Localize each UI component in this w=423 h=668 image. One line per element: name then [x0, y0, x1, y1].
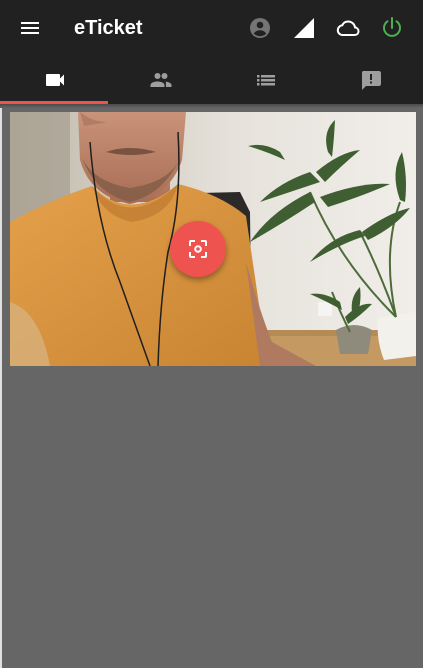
power-button[interactable] — [380, 16, 404, 40]
tab-video[interactable] — [2, 56, 108, 104]
center-focus-icon — [189, 240, 207, 258]
menu-icon — [21, 22, 39, 34]
account-button[interactable] — [248, 16, 272, 40]
videocam-icon — [46, 74, 64, 86]
app-title: eTicket — [74, 17, 143, 39]
signal-icon — [294, 18, 314, 38]
tab-people[interactable] — [108, 56, 214, 104]
tab-bar — [0, 56, 423, 104]
signal-indicator — [292, 16, 316, 40]
tab-list[interactable] — [213, 56, 319, 104]
people-icon — [150, 73, 172, 87]
account-circle-icon — [250, 18, 270, 38]
app-bar: eTicket — [0, 0, 423, 56]
toolbar-shadow — [0, 104, 423, 108]
tab-feedback[interactable] — [318, 56, 423, 104]
feedback-icon — [362, 71, 381, 90]
cloud-icon — [336, 20, 360, 36]
power-icon — [383, 17, 401, 37]
scan-ticket-button[interactable] — [170, 221, 226, 277]
list-icon — [257, 75, 275, 86]
menu-button[interactable] — [18, 16, 42, 40]
cloud-sync-button[interactable] — [336, 16, 360, 40]
